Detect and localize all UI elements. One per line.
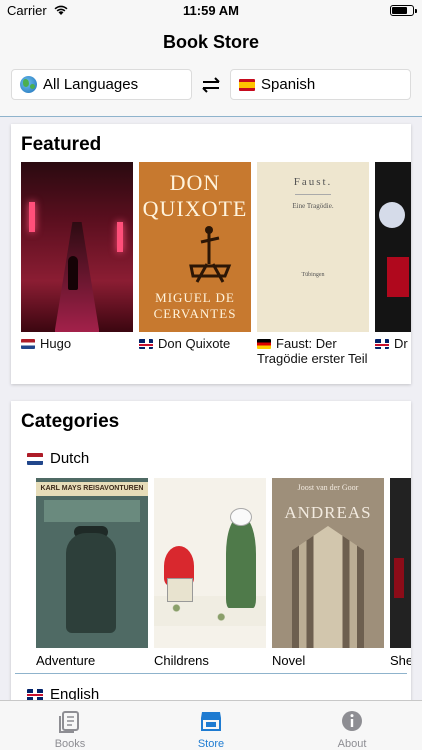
category-label: Adventure	[36, 653, 96, 668]
navigation-bar: Book Store	[0, 22, 422, 62]
featured-book-partial[interactable]: Dr	[375, 162, 411, 351]
books-icon	[59, 711, 79, 733]
uk-flag-icon	[139, 339, 153, 349]
cover-author: Joost van der Goor	[297, 483, 359, 492]
tab-store[interactable]: Store	[141, 701, 281, 750]
category-novel[interactable]: Joost van der Goor ANDREAS Novel	[272, 478, 384, 668]
category-label: Childrens	[154, 653, 209, 668]
book-title: Faust: Der Tragödie erster Teil	[257, 336, 368, 366]
category-label: She	[390, 653, 411, 668]
globe-icon	[20, 76, 37, 93]
source-language-label: All Languages	[43, 76, 139, 93]
battery-level	[392, 7, 407, 14]
categories-section: Categories Dutch KARL MAYS REISAVONTUREN…	[11, 401, 411, 711]
page-title: Book Store	[162, 32, 259, 52]
book-cover: DON QUIXOTE MIGUEL DE CERVANTES	[139, 162, 251, 332]
netherlands-flag-icon	[21, 339, 35, 349]
book-cover	[21, 162, 133, 332]
tab-label: Books	[54, 738, 86, 750]
uk-flag-icon	[27, 688, 43, 701]
category-cover: Joost van der Goor ANDREAS	[272, 478, 384, 648]
spain-flag-icon	[239, 78, 255, 91]
tab-books[interactable]: Books	[0, 701, 140, 750]
store-icon	[201, 712, 221, 731]
book-title: Dr	[394, 336, 408, 351]
info-icon	[342, 711, 362, 731]
cover-title: Faust.	[293, 176, 333, 188]
featured-book-hugo[interactable]: Hugo	[21, 162, 133, 351]
cover-author: MIGUEL DE CERVANTES	[153, 290, 237, 321]
swap-arrows-icon[interactable]	[199, 76, 223, 94]
cover-title: ANDREAS	[284, 503, 372, 522]
target-language-button[interactable]: Spanish	[230, 69, 411, 100]
cover-subtitle: Eine Tragödie.	[292, 202, 334, 210]
netherlands-flag-icon	[27, 452, 43, 465]
featured-title: Featured	[21, 134, 102, 155]
category-cover	[154, 478, 266, 648]
source-language-button[interactable]: All Languages	[11, 69, 192, 100]
category-childrens[interactable]: Childrens	[154, 478, 266, 668]
language-group-header[interactable]: Dutch	[27, 450, 89, 467]
category-partial[interactable]: She	[390, 478, 411, 668]
category-label: Novel	[272, 653, 306, 668]
language-selector: All Languages Spanish	[0, 62, 422, 117]
clock: 11:59 AM	[183, 3, 239, 18]
book-title: Hugo	[40, 336, 72, 351]
language-group-label: Dutch	[50, 450, 90, 467]
category-adventure[interactable]: KARL MAYS REISAVONTUREN Adventure	[36, 478, 148, 668]
tab-label: About	[337, 738, 367, 750]
uk-flag-icon	[375, 339, 389, 349]
status-bar: Carrier 11:59 AM	[0, 0, 422, 22]
cover-publisher: Tübingen	[301, 272, 325, 278]
book-title: Don Quixote	[158, 336, 231, 351]
categories-title: Categories	[21, 411, 120, 432]
cover-title: DON QUIXOTE	[142, 170, 248, 221]
knight-illustration	[189, 226, 232, 283]
battery-icon	[390, 5, 417, 16]
book-cover: Faust. Eine Tragödie. Tübingen	[257, 162, 369, 332]
tab-label: Store	[197, 738, 225, 750]
category-cover: KARL MAYS REISAVONTUREN	[36, 478, 148, 648]
featured-book-don-quixote[interactable]: DON QUIXOTE MIGUEL DE CERVANTES Don Quix…	[139, 162, 251, 351]
featured-book-faust[interactable]: Faust. Eine Tragödie. Tübingen Faust: De…	[257, 162, 369, 366]
category-cover	[390, 478, 411, 648]
book-cover	[375, 162, 411, 332]
divider	[15, 673, 407, 674]
tab-bar: Books Store About	[0, 700, 422, 750]
target-language-label: Spanish	[261, 76, 316, 93]
tab-about[interactable]: About	[282, 701, 422, 750]
featured-section: Featured Hugo DON QUIXOTE MIGUEL DE CERV…	[11, 124, 411, 384]
cover-header: KARL MAYS REISAVONTUREN	[36, 482, 148, 496]
germany-flag-icon	[257, 339, 271, 349]
